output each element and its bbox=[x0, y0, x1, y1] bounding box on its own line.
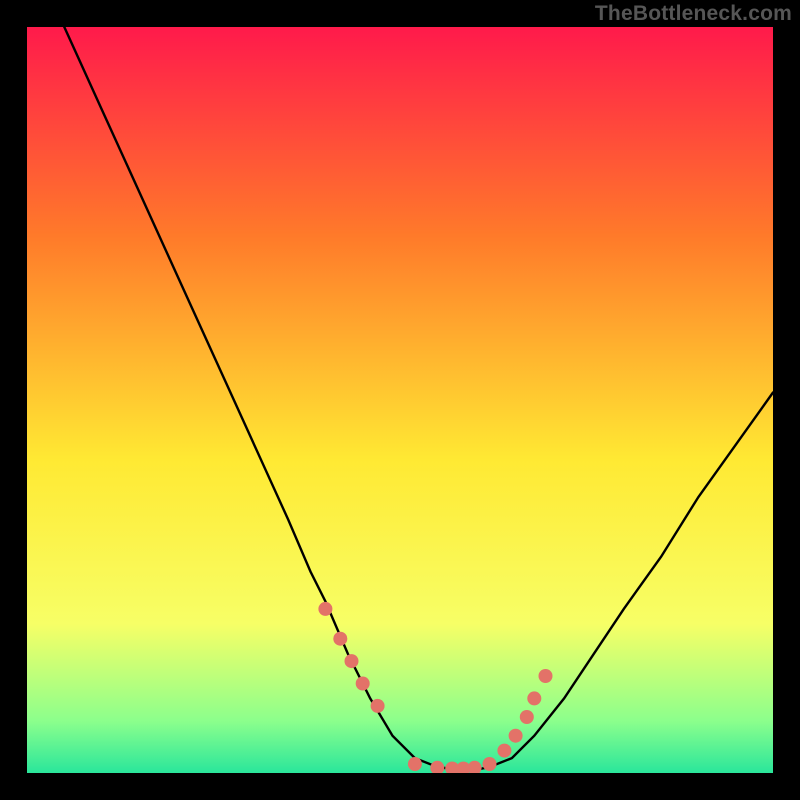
data-marker bbox=[333, 632, 347, 646]
data-marker bbox=[520, 710, 534, 724]
gradient-background bbox=[27, 27, 773, 773]
chart-frame: TheBottleneck.com bbox=[0, 0, 800, 800]
data-marker bbox=[318, 602, 332, 616]
data-marker bbox=[345, 654, 359, 668]
data-marker bbox=[509, 729, 523, 743]
plot-svg bbox=[27, 27, 773, 773]
data-marker bbox=[539, 669, 553, 683]
data-marker bbox=[356, 677, 370, 691]
data-marker bbox=[408, 757, 422, 771]
data-marker bbox=[483, 757, 497, 771]
data-marker bbox=[371, 699, 385, 713]
data-marker bbox=[497, 744, 511, 758]
watermark-text: TheBottleneck.com bbox=[595, 2, 792, 26]
data-marker bbox=[527, 691, 541, 705]
plot-area bbox=[27, 27, 773, 773]
